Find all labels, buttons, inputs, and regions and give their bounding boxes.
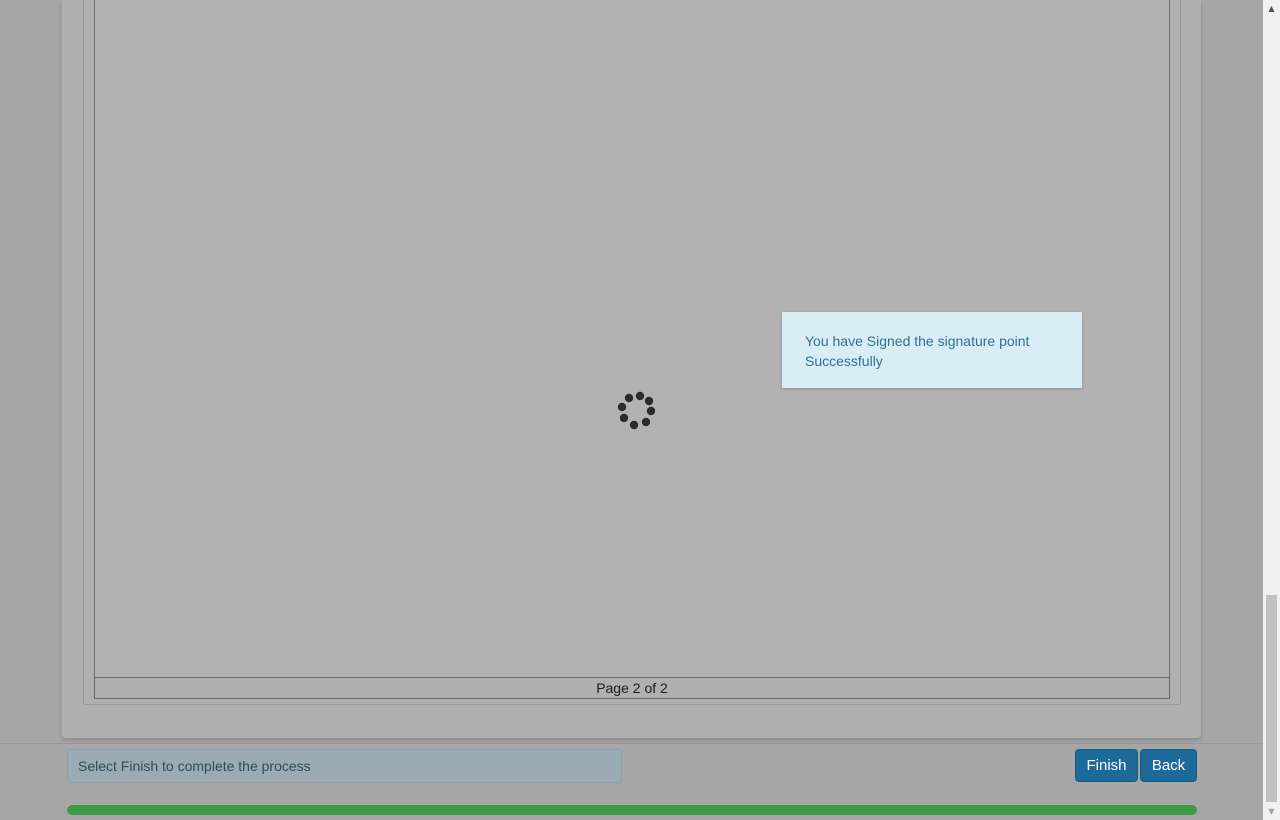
scroll-down-arrow-icon[interactable]: ▼ (1263, 803, 1280, 820)
vertical-scrollbar[interactable]: ▲ ▼ (1263, 0, 1280, 820)
progress-bar (67, 805, 1197, 815)
progress-bar-fill (67, 805, 1197, 815)
page-indicator: Page 2 of 2 (94, 677, 1170, 699)
page-viewport: Page 2 of 2 You have Signed the signatur… (0, 0, 1263, 820)
back-button[interactable]: Back (1140, 749, 1197, 782)
scroll-up-arrow-icon[interactable]: ▲ (1263, 0, 1280, 17)
finish-button[interactable]: Finish (1075, 749, 1138, 782)
loading-spinner-icon (617, 391, 656, 430)
status-message-field: Select Finish to complete the process (67, 749, 622, 783)
success-notification: You have Signed the signature point Succ… (782, 312, 1082, 388)
notification-message: You have Signed the signature point Succ… (805, 333, 1030, 369)
scrollbar-thumb[interactable] (1266, 595, 1277, 802)
